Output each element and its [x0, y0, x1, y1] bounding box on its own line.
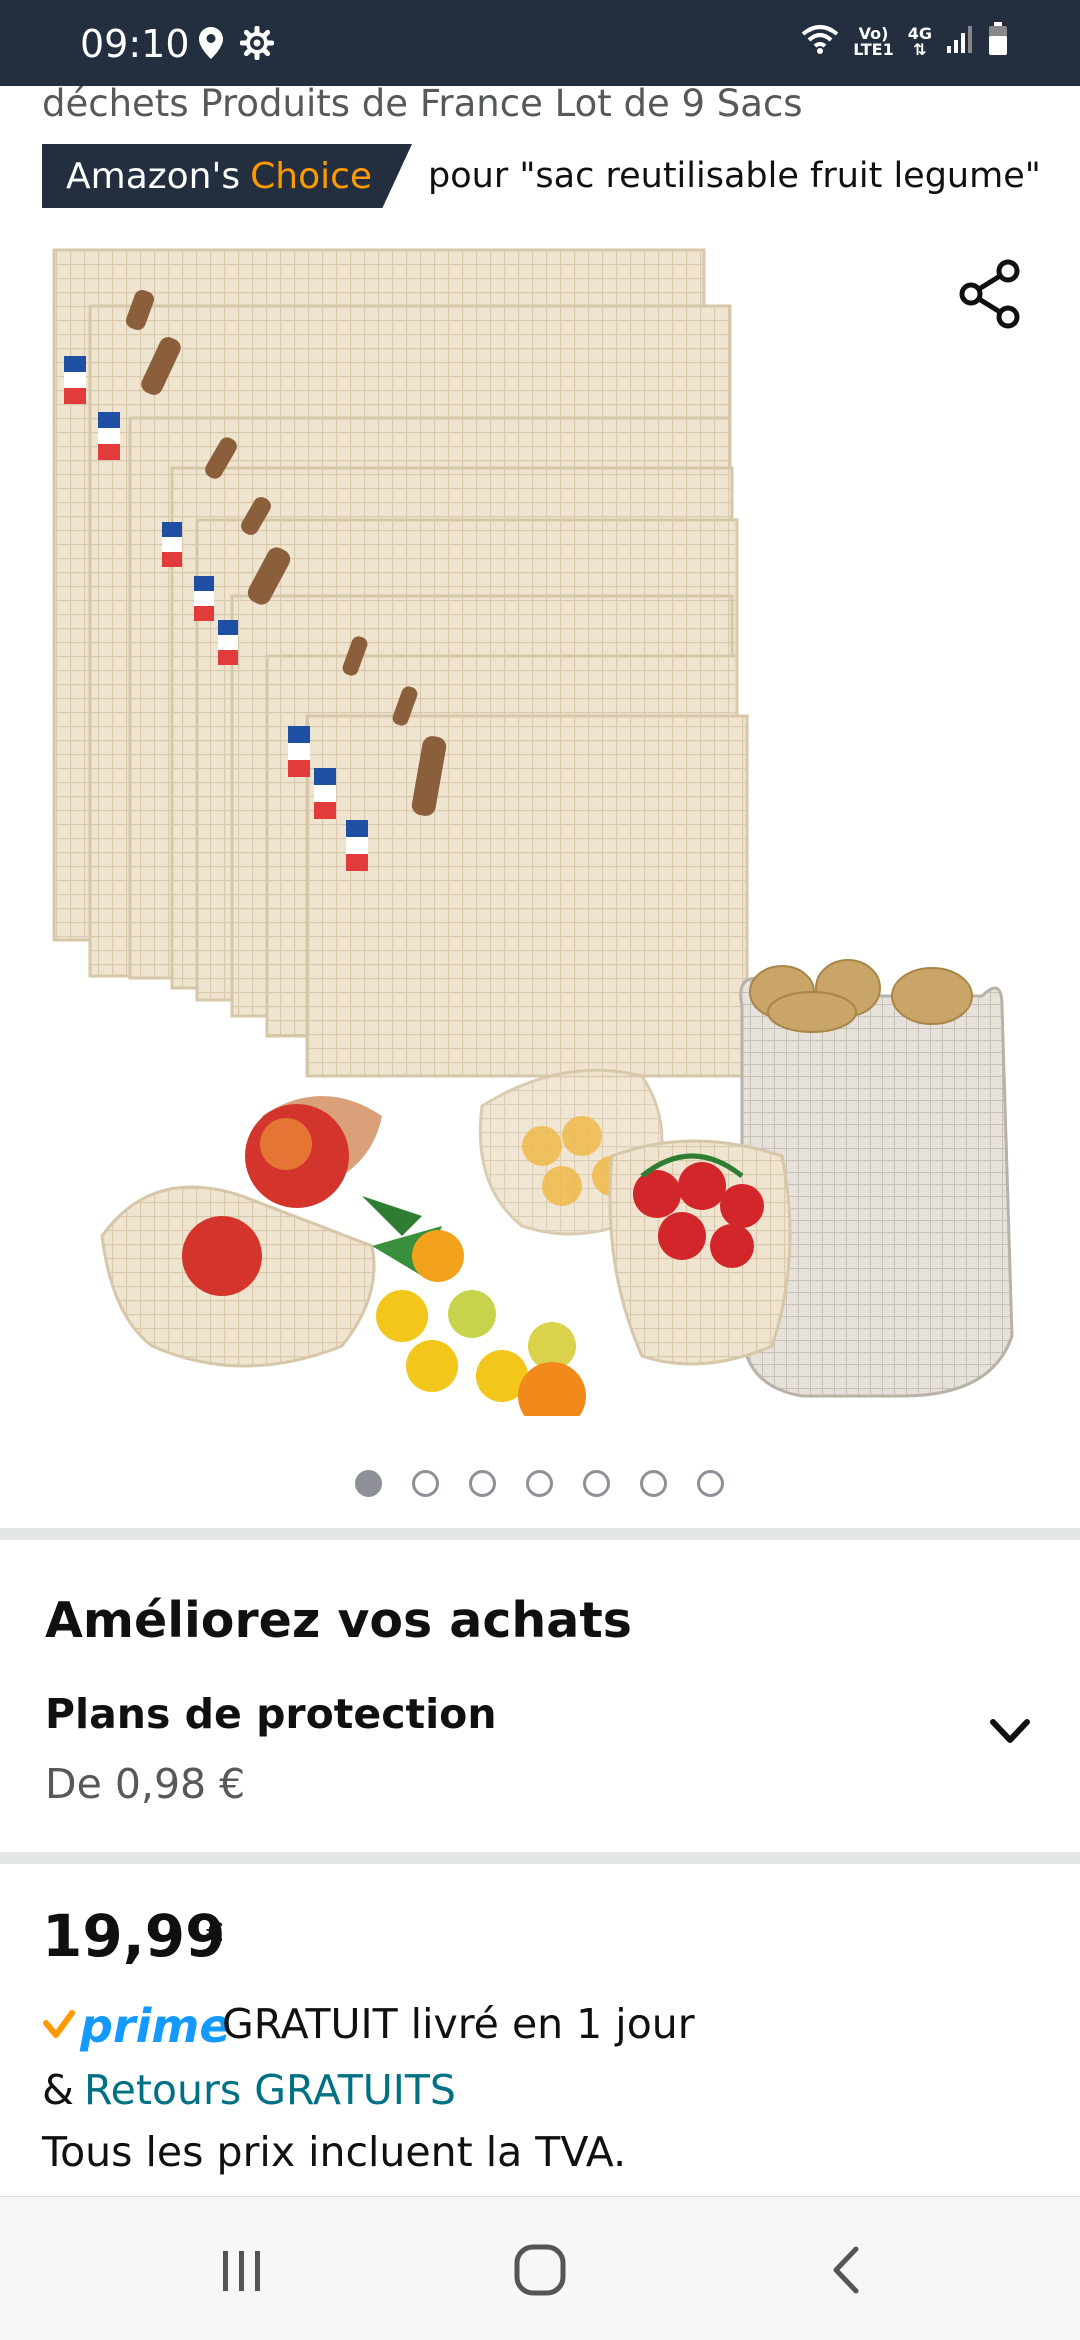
carousel-dot-3[interactable]: [469, 1470, 496, 1497]
status-bar: 09:10 Vo) LTE1 4G ⇅: [0, 0, 1080, 86]
free-returns-link[interactable]: Retours GRATUITS: [84, 2066, 456, 2114]
product-image[interactable]: [42, 236, 1042, 1430]
choice-badge-choice: Choice: [250, 155, 373, 197]
carousel-dot-5[interactable]: [583, 1470, 610, 1497]
recent-apps-icon: [217, 2245, 267, 2300]
product-price: 19,99: [42, 1902, 226, 1970]
recent-apps-button[interactable]: [202, 2237, 282, 2307]
upgrade-title: Améliorez vos achats: [45, 1592, 632, 1649]
system-nav-bar: [0, 2196, 1080, 2340]
share-button[interactable]: [950, 256, 1030, 336]
carousel-dot-2[interactable]: [412, 1470, 439, 1497]
settings-icon: [239, 25, 275, 65]
prime-check-icon: [42, 2007, 76, 2046]
carousel-dot-6[interactable]: [640, 1470, 667, 1497]
battery-icon: [988, 22, 1008, 61]
price-currency: €: [206, 1916, 224, 1949]
back-icon: [826, 2243, 866, 2302]
returns-line: & Retours GRATUITS: [42, 2066, 456, 2114]
protection-plans-price: De 0,98 €: [45, 1760, 246, 1808]
wifi-icon: [801, 23, 839, 60]
carousel-dot-7[interactable]: [697, 1470, 724, 1497]
protection-plans-title: Plans de protection: [45, 1690, 497, 1738]
back-button[interactable]: [806, 2237, 886, 2307]
status-time: 09:10: [80, 22, 190, 66]
image-carousel-dots: [355, 1470, 724, 1497]
network-4g: 4G ⇅: [907, 23, 932, 59]
tva-note: Tous les prix incluent la TVA.: [42, 2128, 627, 2176]
chevron-down-icon[interactable]: [985, 1712, 1035, 1752]
amazons-choice-badge: Amazon's Choice: [42, 144, 412, 208]
product-title: déchets Produits de France Lot de 9 Sacs: [42, 82, 803, 125]
signal-icon: [946, 24, 974, 59]
location-icon: [198, 26, 224, 65]
home-button[interactable]: [500, 2237, 580, 2307]
section-divider: [0, 1852, 1080, 1864]
returns-prefix: &: [42, 2066, 74, 2114]
prime-label: prime: [80, 1999, 231, 2053]
delivery-info: GRATUIT livré en 1 jour: [222, 2000, 695, 2048]
carousel-dot-4[interactable]: [526, 1470, 553, 1497]
home-icon: [513, 2243, 567, 2302]
network-indicator: Vo) LTE1: [853, 25, 894, 59]
carousel-dot-1[interactable]: [355, 1470, 382, 1497]
choice-query: pour "sac reutilisable fruit legume": [428, 156, 1041, 196]
prime-logo: prime: [42, 1996, 231, 2056]
lte-label: LTE1: [853, 39, 894, 59]
choice-badge-amazon: Amazon's: [66, 155, 241, 197]
section-divider: [0, 1528, 1080, 1540]
share-icon: [958, 259, 1022, 334]
